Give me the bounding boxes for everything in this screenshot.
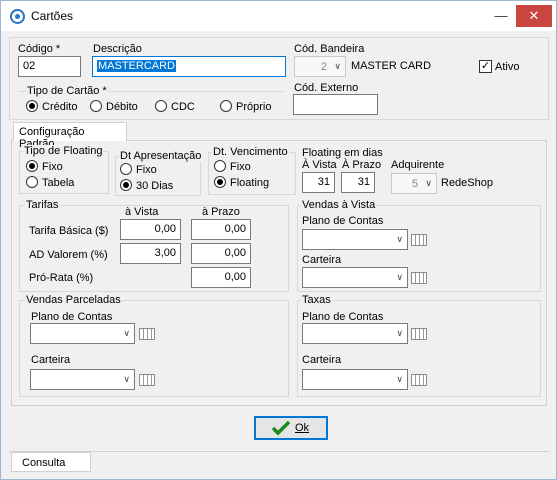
proprio-label: Próprio [236,101,272,113]
bandeira-name: MASTER CARD [351,60,432,72]
ativo-checkbox[interactable]: ✓ [479,60,492,73]
title-bar[interactable]: Cartões — ✕ [1,1,556,31]
chevron-down-icon: ∨ [396,234,403,244]
radio-vencimento-floating[interactable] [214,176,226,188]
tipo-cartao-label: Tipo de Cartão * [26,85,108,97]
chevron-down-icon: ∨ [396,374,403,384]
debito-label: Débito [106,101,138,113]
credito-label: Crédito [42,101,78,113]
cod-bandeira-select[interactable]: 2 ∨ [294,56,346,77]
adquirente-label: Adquirente [391,159,445,171]
codigo-label: Código * [18,43,61,55]
descricao-label: Descrição [93,43,142,55]
grid-lookup-icon[interactable] [411,328,427,340]
tarifas-col-vista: à Vista [125,206,159,218]
pro-rata-label: Pró-Rata (%) [29,272,94,284]
tarifa-basica-label: Tarifa Básica ($) [29,225,109,237]
cod-externo-label: Cód. Externo [294,82,359,94]
descricao-input[interactable]: MASTERCARD [92,56,286,77]
chevron-down-icon: ∨ [425,178,432,188]
ativo-label: Ativo [495,61,520,73]
floating-prazo-label: À Prazo [342,159,382,171]
vencimento-fixo-label: Fixo [230,161,251,173]
checkmark-icon [272,420,290,436]
chevron-down-icon: ∨ [123,328,130,338]
cod-externo-input[interactable] [293,94,378,115]
tipo-floating-title: Tipo de Floating [23,145,104,157]
radio-floating-fixo[interactable] [26,160,38,172]
floating-vista-input[interactable]: 31 [302,172,335,193]
radio-floating-tabela[interactable] [26,176,38,188]
chevron-down-icon: ∨ [396,328,403,338]
pro-rata-prazo-input[interactable]: 0,00 [191,267,251,288]
radio-debito[interactable] [90,100,102,112]
taxas-plano-label: Plano de Contas [302,311,384,323]
grid-lookup-icon[interactable] [411,272,427,284]
cod-bandeira-value: 2 [320,61,327,73]
dt-apresentacao-title: Dt Apresentação [119,150,203,162]
ad-valorem-label: AD Valorem (%) [29,249,108,261]
vendas-vista-carteira-select[interactable]: ∨ [302,267,408,288]
ad-valorem-vista-input[interactable]: 3,00 [120,243,181,264]
radio-apresentacao-fixo[interactable] [120,163,132,175]
taxas-carteira-select[interactable]: ∨ [302,369,408,390]
dt-vencimento-title: Dt. Vencimento [212,146,289,158]
vendas-parceladas-plano-select[interactable]: ∨ [30,323,135,344]
apresentacao-fixo-label: Fixo [136,164,157,176]
ok-button[interactable]: Ok [254,416,328,440]
cod-bandeira-label: Cód. Bandeira [294,43,365,55]
tarifa-basica-vista-input[interactable]: 0,00 [120,219,181,240]
floating-fixo-label: Fixo [42,161,63,173]
radio-cdc[interactable] [155,100,167,112]
vendas-vista-plano-label: Plano de Contas [302,215,384,227]
tab-consulta[interactable]: Consulta [11,452,91,472]
descricao-value: MASTERCARD [97,60,177,72]
vendas-parceladas-plano-label: Plano de Contas [31,311,113,323]
grid-lookup-icon[interactable] [411,374,427,386]
vencimento-floating-label: Floating [230,177,270,189]
adquirente-select[interactable]: 5 ∨ [391,173,437,194]
close-button[interactable]: ✕ [516,5,552,27]
radio-proprio[interactable] [220,100,232,112]
adquirente-value: 5 [411,178,418,190]
vendas-vista-title: Vendas à Vista [301,199,377,211]
grid-lookup-icon[interactable] [139,328,155,340]
vendas-parceladas-carteira-label: Carteira [31,354,71,366]
floating-vista-label: À Vista [302,159,337,171]
vendas-parceladas-title: Vendas Parceladas [25,294,122,306]
minimize-button[interactable]: — [486,5,516,27]
chevron-down-icon: ∨ [123,374,130,384]
grid-lookup-icon[interactable] [139,374,155,386]
app-icon [10,9,25,24]
floating-prazo-input[interactable]: 31 [341,172,375,193]
floating-tabela-label: Tabela [42,177,75,189]
chevron-down-icon: ∨ [334,61,341,71]
tab-configuracao-padrao[interactable]: Configuração Padrão [13,122,127,150]
window-title: Cartões [31,9,74,23]
grid-lookup-icon[interactable] [411,234,427,246]
taxas-plano-select[interactable]: ∨ [302,323,408,344]
ad-valorem-prazo-input[interactable]: 0,00 [191,243,251,264]
floating-dias-title: Floating em dias [302,147,383,159]
adquirente-name: RedeShop [441,177,493,189]
ok-button-label: Ok [295,422,310,434]
chevron-down-icon: ∨ [396,272,403,282]
radio-apresentacao-30dias[interactable] [120,179,132,191]
vendas-vista-plano-select[interactable]: ∨ [302,229,408,250]
vendas-parceladas-carteira-select[interactable]: ∨ [30,369,135,390]
taxas-title: Taxas [301,294,332,306]
vendas-vista-carteira-label: Carteira [302,254,342,266]
tarifa-basica-prazo-input[interactable]: 0,00 [191,219,251,240]
apresentacao-30dias-label: 30 Dias [136,180,174,192]
codigo-input[interactable]: 02 [18,56,81,77]
tarifas-title: Tarifas [25,199,60,211]
tarifas-col-prazo: à Prazo [202,206,240,218]
radio-vencimento-fixo[interactable] [214,160,226,172]
cartoes-window: Cartões — ✕ Código * 02 Descrição MASTER… [0,0,557,480]
cdc-label: CDC [171,101,195,113]
taxas-carteira-label: Carteira [302,354,342,366]
radio-credito[interactable] [26,100,38,112]
